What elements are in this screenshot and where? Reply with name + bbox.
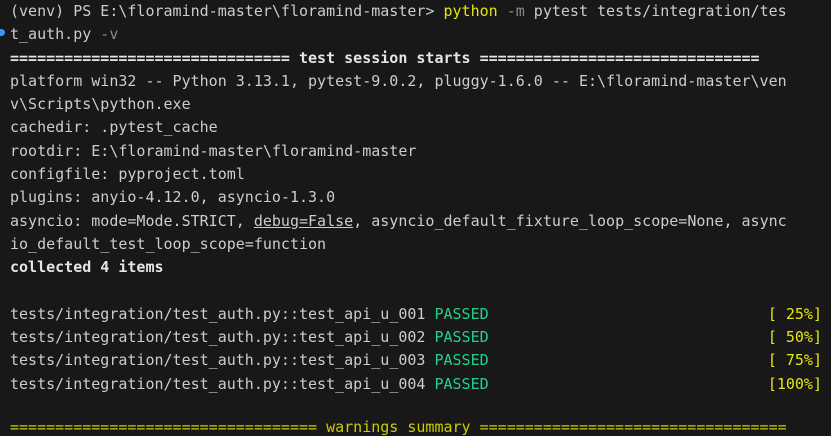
test-status-passed: PASSED <box>434 374 489 393</box>
platform-line-wrap: v\Scripts\python.exe <box>10 95 191 114</box>
asyncio-line-wrap: io_default_test_loop_scope=function <box>10 234 327 253</box>
command-args-wrap: t_auth.py <box>10 25 92 44</box>
test-status-passed: PASSED <box>434 351 489 370</box>
asyncio-debug-link[interactable]: debug=False <box>254 212 353 230</box>
test-name: tests/integration/test_auth.py::test_api… <box>10 351 426 370</box>
test-status-passed: PASSED <box>434 328 489 347</box>
asyncio-suffix: , asyncio_default_fixture_loop_scope=Non… <box>353 211 787 230</box>
test-progress: [100%] <box>767 374 822 393</box>
command-decoration-marker[interactable] <box>0 29 5 36</box>
command-name: python <box>443 2 498 20</box>
test-name: tests/integration/test_auth.py::test_api… <box>10 304 426 323</box>
test-result-row: tests/integration/test_auth.py::test_api… <box>10 326 831 349</box>
warnings-summary-header: ================================== warni… <box>10 418 787 436</box>
test-progress: [ 75%] <box>767 351 822 370</box>
test-status-passed: PASSED <box>434 304 489 323</box>
test-result-row: tests/integration/test_auth.py::test_api… <box>10 373 831 396</box>
cachedir-line: cachedir: .pytest_cache <box>10 118 218 137</box>
command-args: pytest tests/integration/tes <box>533 2 787 20</box>
test-result-row: tests/integration/test_auth.py::test_api… <box>10 349 831 372</box>
configfile-line: configfile: pyproject.toml <box>10 165 245 184</box>
terminal-output[interactable]: (venv) PS E:\floramind-master\floramind-… <box>10 0 831 419</box>
command-flag: -m <box>497 2 534 20</box>
session-header: =============================== test ses… <box>10 48 760 67</box>
test-result-row: tests/integration/test_auth.py::test_api… <box>10 303 831 326</box>
rootdir-line: rootdir: E:\floramind-master\floramind-m… <box>10 141 417 160</box>
prompt-line-wrap: t_auth.py -v <box>10 23 831 46</box>
collected-line: collected 4 items <box>10 258 164 277</box>
platform-line: platform win32 -- Python 3.13.1, pytest-… <box>10 71 787 90</box>
asyncio-prefix: asyncio: mode=Mode.STRICT, <box>10 211 254 230</box>
venv-label: (venv) <box>10 2 65 20</box>
asyncio-line: asyncio: mode=Mode.STRICT, debug=False, … <box>10 210 831 233</box>
test-progress: [ 25%] <box>767 304 822 323</box>
test-name: tests/integration/test_auth.py::test_api… <box>10 328 426 347</box>
prompt-line: (venv) PS E:\floramind-master\floramind-… <box>10 0 831 23</box>
test-progress: [ 50%] <box>767 328 822 347</box>
plugins-line: plugins: anyio-4.12.0, asyncio-1.3.0 <box>10 188 336 207</box>
prompt-path: PS E:\floramind-master\floramind-master> <box>64 2 444 20</box>
test-name: tests/integration/test_auth.py::test_api… <box>10 374 426 393</box>
verbose-flag: -v <box>91 25 119 44</box>
